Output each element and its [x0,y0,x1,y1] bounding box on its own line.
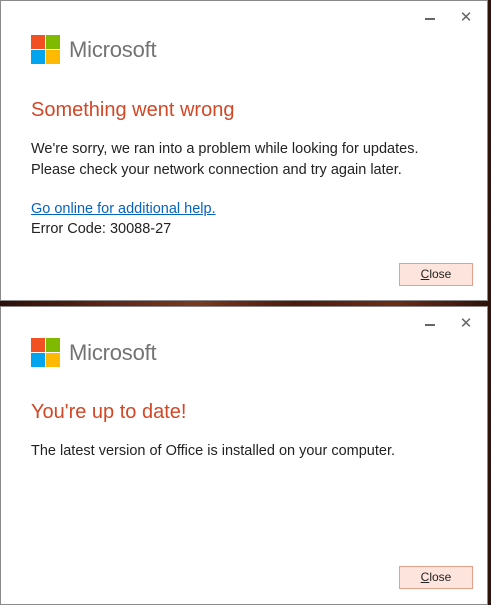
message-line-2: Please check your network connection and… [31,162,402,178]
brand-name: Microsoft [69,36,157,62]
brand-name: Microsoft [69,339,157,365]
dialog-heading: Something went wrong [31,99,235,121]
minimize-icon [425,324,435,327]
minimize-icon [425,18,435,21]
close-button[interactable]: Close [399,566,473,589]
close-button[interactable]: Close [399,263,473,286]
close-button-label: lose [429,267,452,281]
error-dialog: ✕ Microsoft Something went wrong We're s… [0,0,488,301]
message-line-1: We're sorry, we ran into a problem while… [31,141,419,157]
dialog-message: We're sorry, we ran into a problem while… [31,139,418,181]
microsoft-logo-icon [31,338,60,367]
window-close-button[interactable]: ✕ [455,7,477,29]
up-to-date-dialog: ✕ Microsoft You're up to date! The lates… [0,306,488,605]
close-button-label: lose [429,570,452,584]
error-code: Error Code: 30088-27 [31,221,172,237]
dialog-message: The latest version of Office is installe… [31,441,395,462]
minimize-button[interactable] [419,313,441,335]
minimize-button[interactable] [419,7,441,29]
close-icon: ✕ [459,9,473,26]
microsoft-logo: Microsoft [31,35,157,64]
dialog-heading: You're up to date! [31,401,187,423]
microsoft-logo: Microsoft [31,338,157,367]
help-link[interactable]: Go online for additional help. [31,201,216,217]
microsoft-logo-icon [31,35,60,64]
window-close-button[interactable]: ✕ [455,313,477,335]
message-line-1: The latest version of Office is installe… [31,443,396,459]
close-icon: ✕ [459,315,473,332]
